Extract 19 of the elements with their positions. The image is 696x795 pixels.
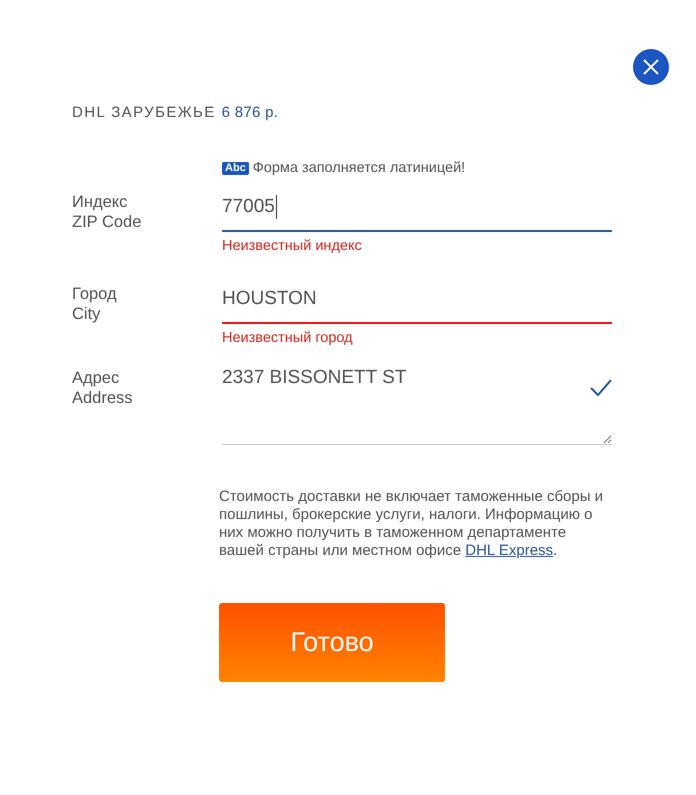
field-label-english: ZIP Code: [72, 212, 142, 232]
field-label: Индекс: [72, 192, 128, 212]
field-label-english: Address: [72, 388, 134, 408]
text-cursor-icon: [276, 195, 277, 219]
close-icon: [643, 59, 659, 75]
input-field[interactable]: HOUSTON: [222, 282, 612, 324]
close-button[interactable]: [633, 49, 669, 85]
field-label: Город: [72, 284, 118, 304]
field-label-english: City: [72, 304, 102, 324]
dhl-express-link[interactable]: DHL Express: [465, 542, 554, 559]
disclaimer-text: Стоимость доставки не включает таможенные сборы и пошлины, брокерские услуги, налоги. Информацию о них можно получить в таможенном департаменте вашей страны или местном офисе DHL Express.: [219, 488, 604, 560]
latin-script-badge: Abc: [222, 162, 249, 174]
error-message: Неизвестный город: [222, 329, 354, 347]
price: 6 876 р.: [222, 103, 278, 123]
field-label: Адрес: [72, 368, 120, 388]
error-message: Неизвестный индекс: [222, 237, 363, 255]
notice-text: Форма заполняется латиницей!: [252, 160, 466, 176]
service-title: DHL ЗАРУБЕЖЬЕ: [72, 103, 216, 123]
input-field[interactable]: 77005: [222, 190, 612, 232]
